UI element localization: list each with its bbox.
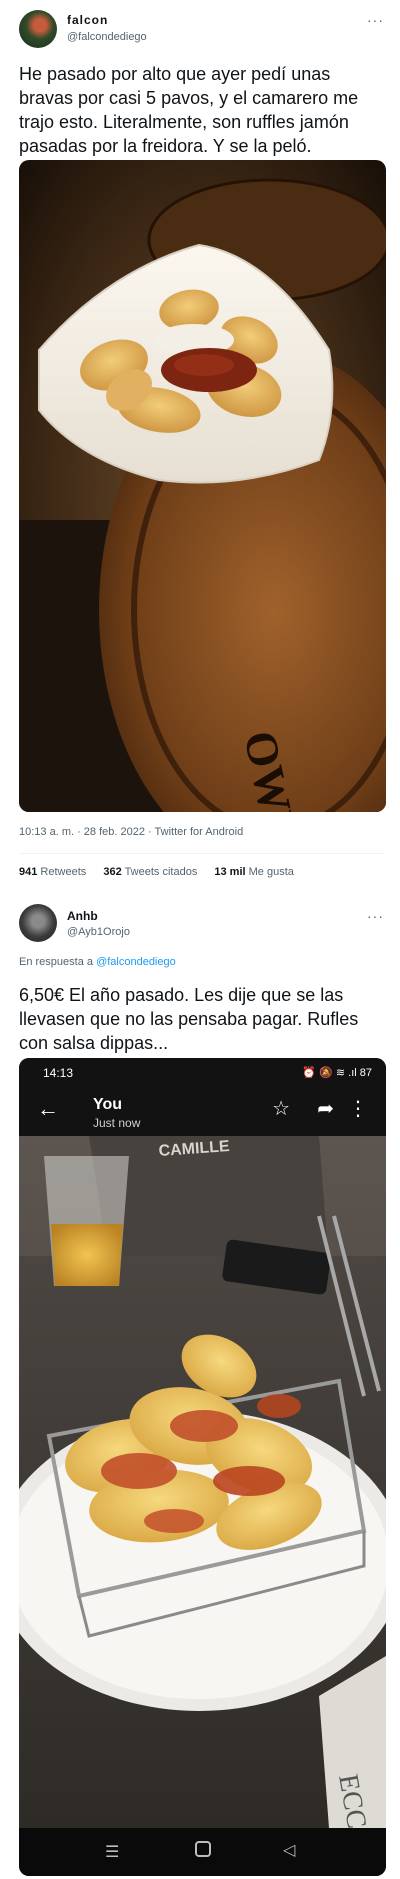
likes-label: Me gusta [248, 866, 294, 878]
tweet-stats: 941 Retweets 362 Tweets citados 13 mil M… [19, 866, 308, 878]
quotes-stat[interactable]: 362 Tweets citados [103, 866, 197, 878]
more-vertical-icon[interactable]: ⋮ [348, 1099, 368, 1119]
reply-prefix: En respuesta a [19, 956, 93, 968]
user-handle[interactable]: @Ayb1Orojo [67, 926, 130, 938]
bravas-photo-image: OWN AL [19, 160, 386, 812]
quotes-label: Tweets citados [124, 866, 198, 878]
back-icon[interactable]: ◁ [283, 1840, 295, 1860]
user-handle[interactable]: @falcondediego [67, 31, 147, 43]
original-tweet: falcon @falcondediego ··· He pasado por … [0, 0, 400, 890]
share-icon[interactable]: ➦ [317, 1099, 334, 1119]
reply-tweet: Anhb @Ayb1Orojo ··· En respuesta a @falc… [0, 890, 400, 1879]
display-name[interactable]: Anhb [67, 909, 98, 923]
divider [19, 853, 385, 854]
phone-time: 14:13 [43, 1066, 74, 1080]
likes-stat[interactable]: 13 mil Me gusta [214, 866, 294, 878]
likes-count: 13 mil [214, 866, 246, 878]
tweet-photo[interactable]: 14:13 ⏰ 🔕 ≋ .ıl 87 ← You Just now ☆ ➦ ⋮ [19, 1058, 386, 1876]
tweet-timestamp[interactable]: 10:13 a. m. · 28 feb. 2022 · Twitter for… [19, 826, 243, 838]
home-icon[interactable] [195, 1841, 211, 1857]
reply-context: En respuesta a @falcondediego [19, 956, 176, 968]
more-options-icon[interactable]: ··· [367, 908, 384, 924]
chat-title: You [93, 1096, 123, 1113]
retweets-count: 941 [19, 866, 38, 878]
tweet-text: 6,50€ El año pasado. Les dije que se las… [19, 985, 359, 1053]
retweets-stat[interactable]: 941 Retweets [19, 866, 86, 878]
phone-status-bar: 14:13 ⏰ 🔕 ≋ .ıl 87 [19, 1058, 386, 1088]
reply-handle-link[interactable]: @falcondediego [96, 956, 176, 968]
phone-chat-header: ← You Just now ☆ ➦ ⋮ [19, 1088, 386, 1136]
phone-status-icons: ⏰ 🔕 ≋ .ıl 87 [302, 1067, 372, 1079]
display-name[interactable]: falcon [67, 13, 108, 27]
star-icon[interactable]: ☆ [272, 1099, 290, 1119]
fries-photo-image: CAMILLE ECC [19, 1136, 386, 1828]
back-arrow-icon[interactable]: ← [37, 1098, 59, 1120]
phone-navigation-bar: ☰ ◁ [19, 1828, 386, 1876]
more-options-icon[interactable]: ··· [367, 12, 384, 28]
tweet-text: He pasado por alto que ayer pedí unas br… [19, 64, 359, 156]
avatar[interactable] [19, 904, 57, 942]
tweet-photo[interactable]: OWN AL [19, 160, 386, 812]
retweets-label: Retweets [40, 866, 87, 878]
quotes-count: 362 [103, 866, 122, 878]
recent-apps-icon[interactable]: ☰ [105, 1842, 119, 1862]
chat-subtitle: Just now [93, 1116, 141, 1130]
avatar[interactable] [19, 10, 57, 48]
